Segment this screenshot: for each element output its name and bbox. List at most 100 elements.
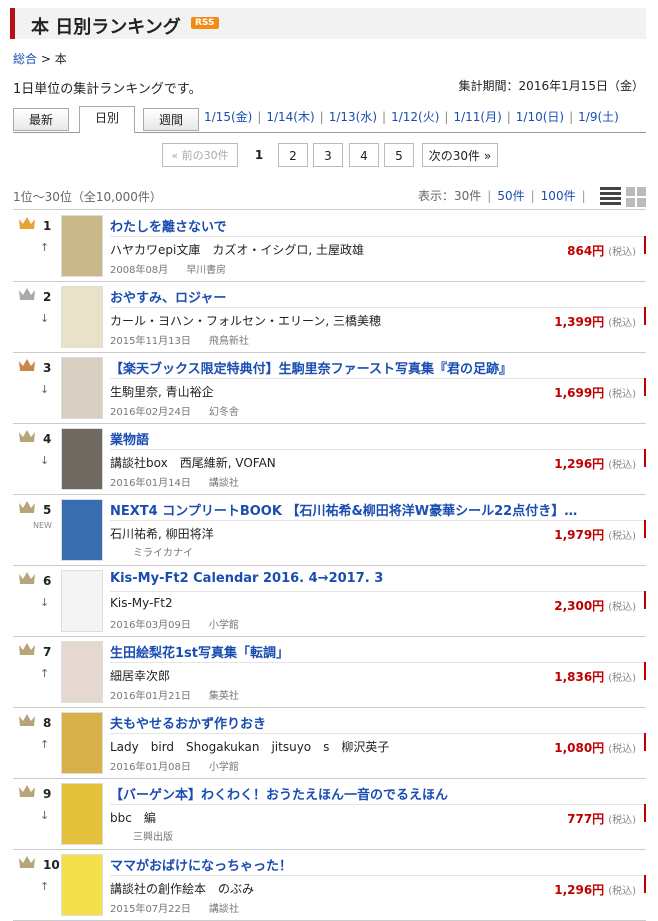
tax-label: (税込) [608,602,636,613]
tab-weekly[interactable]: 週間 [143,108,199,131]
crown-icon [19,785,35,797]
book-cover-image[interactable] [61,570,103,632]
separator: | [444,110,449,124]
tax-label: (税込) [608,744,636,755]
ranking-item: 5 NEW NEXT4 コンプリートBOOK 【石川祐希&柳田将洋W豪華シール22点… [13,494,646,566]
prev-page-button[interactable]: « 前の30件 [162,143,238,167]
day-link[interactable]: 1/15(金) [204,110,252,124]
page-button[interactable]: 4 [349,143,379,167]
book-cover-image[interactable] [61,712,103,774]
page-header: 本 日別ランキング RSS [10,8,646,39]
book-title-link[interactable]: 業物語 [110,429,149,448]
day-link[interactable]: 1/14(木) [266,110,314,124]
ranking-item: 7 ↑ 生田絵梨花1st写真集「転調」 細居幸次郎 2016年01月21日 集英社 1,83… [13,636,646,708]
book-authors: 石川祐希, 柳田将洋 [110,527,214,541]
price-accent-bar [644,804,646,822]
price-value: 1,399円 [554,315,605,329]
price: 777円 (税込) [567,810,636,827]
book-meta: 三興出版 [133,828,173,843]
price-value: 1,080円 [554,741,605,755]
ranking-item: 3 ↓ 【楽天ブックス限定特典付】生駒里奈ファースト写真集『君の足跡』 生駒里奈, 青… [13,352,646,424]
rank-change-arrow: ↓ [40,596,50,609]
day-link[interactable]: 1/9(土) [578,110,619,124]
breadcrumb-home-link[interactable]: 総合 [13,52,37,66]
book-cover-image[interactable] [61,641,103,703]
price-accent-bar [644,307,646,325]
day-link[interactable]: 1/10(日) [516,110,564,124]
book-title-link[interactable]: NEXT4 コンプリートBOOK 【石川祐希&柳田将洋W豪華シール22点付き】… [110,500,577,519]
tab-latest[interactable]: 最新 [13,108,69,131]
book-meta: 2008年08月 早川書房 [110,261,226,276]
release-date: 2015年07月22日 [110,904,191,915]
divider [110,662,646,663]
price-value: 1,296円 [554,457,605,471]
tax-label: (税込) [608,815,636,826]
rank-number: 10 [43,858,60,872]
grid-view-icon[interactable] [626,187,647,207]
price: 1,296円 (税込) [554,881,636,898]
book-cover-image[interactable] [61,286,103,348]
price-accent-bar [644,378,646,396]
publisher: 集英社 [208,691,239,702]
book-cover-image[interactable] [61,428,103,490]
publisher: 幻冬舎 [208,407,239,418]
book-authors: Lady bird Shogakukan jitsuyo s 柳沢英子 [110,740,390,754]
book-title-link[interactable]: 【楽天ブックス限定特典付】生駒里奈ファースト写真集『君の足跡』 [110,358,512,377]
book-title-link[interactable]: おやすみ、ロジャー [110,287,226,306]
page-title: 本 日別ランキング [31,17,181,38]
book-cover-image[interactable] [61,357,103,419]
book-authors: bbc 編 [110,811,156,825]
divider [110,378,646,379]
book-cover-image[interactable] [61,854,103,916]
book-meta: 2016年02月24日 幻冬舎 [110,403,239,418]
separator: | [487,189,492,203]
book-cover-image[interactable] [61,499,103,561]
next-page-button[interactable]: 次の30件 » [422,143,498,167]
ranking-item: 4 ↓ 業物語 講談社box 西尾維新, VOFAN 2016年01月14日 講談社 1,2… [13,423,646,495]
book-title-link[interactable]: ママがおばけになっちゃった！ [110,855,292,874]
ranking-item: 10 ↑ ママがおばけになっちゃった！ 講談社の創作絵本 のぶみ 2015年07月22日… [13,849,646,921]
ranking-item: 8 ↑ 夫もやせるおかず作りおき Lady bird Shogakukan jitsu… [13,707,646,779]
rank-number: 5 [43,503,52,517]
rank-change-arrow: ↓ [40,312,50,325]
book-authors: Kis-My-Ft2 [110,596,173,610]
page-button[interactable]: 5 [384,143,414,167]
price: 2,300円 (税込) [554,597,636,614]
page-button[interactable]: 3 [313,143,343,167]
page-button[interactable]: 2 [278,143,308,167]
price: 1,080円 (税込) [554,739,636,756]
rank-number: 4 [43,432,52,446]
crown-icon [19,217,35,229]
display-30-option[interactable]: 30件 [454,189,481,203]
book-title-link[interactable]: Kis-My-Ft2 Calendar 2016. 4→2017. 3 [110,571,383,586]
breadcrumb-current: 本 [54,52,67,66]
crown-icon [19,359,35,371]
tab-daily[interactable]: 日別 [79,106,135,133]
price: 864円 (税込) [567,242,636,259]
rank-number: 1 [43,219,52,233]
book-title-link[interactable]: 生田絵梨花1st写真集「転調」 [110,642,289,661]
day-link[interactable]: 1/12(火) [391,110,439,124]
book-cover-image[interactable] [61,215,103,277]
book-authors: カール・ヨハン・フォルセン・エリーン, 三橋美穂 [110,314,382,328]
book-meta: 2015年07月22日 講談社 [110,900,239,915]
publisher: 小学館 [208,620,239,631]
book-title-link[interactable]: 【バーゲン本】わくわく！おうたえほん一音のでるえほん [110,784,448,803]
book-title-link[interactable]: わたしを離さないで [110,216,227,235]
publisher: 小学館 [208,762,239,773]
list-view-icon[interactable] [600,187,621,207]
book-cover-image[interactable] [61,783,103,845]
display-50-option[interactable]: 50件 [497,189,524,203]
tax-label: (税込) [608,460,636,471]
publisher: 飛鳥新社 [208,336,249,347]
rss-badge[interactable]: RSS [191,17,219,29]
book-title-link[interactable]: 夫もやせるおかず作りおき [110,713,266,732]
day-link[interactable]: 1/13(水) [329,110,377,124]
release-date: 2016年02月24日 [110,407,191,418]
display-100-option[interactable]: 100件 [541,189,576,203]
day-link[interactable]: 1/11(月) [453,110,501,124]
publisher: ミライカナイ [133,548,193,559]
book-meta: 2016年01月21日 集英社 [110,687,239,702]
rank-change-arrow: ↑ [40,738,50,751]
tax-label: (税込) [608,531,636,542]
